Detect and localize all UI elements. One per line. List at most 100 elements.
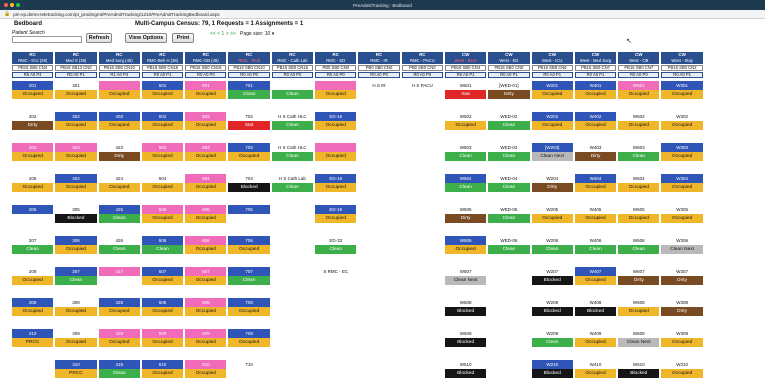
bed-room-label[interactable]: 704 bbox=[228, 174, 270, 183]
unit-census-row[interactable]: PB16 SB8 CN6 bbox=[531, 65, 573, 71]
bed-room-label[interactable]: H S IR bbox=[358, 81, 400, 90]
bed-room-label[interactable]: WED-04 bbox=[488, 174, 530, 183]
bed-cell[interactable]: W305 Occupied bbox=[661, 205, 703, 233]
bed-cell[interactable]: 210 PRCC bbox=[12, 329, 54, 357]
bed-status-label[interactable]: Occupied bbox=[574, 90, 617, 99]
bed-status-label[interactable]: Occupied bbox=[574, 338, 617, 347]
refresh-button[interactable]: Refresh bbox=[86, 33, 112, 43]
bed-status-label[interactable]: Blocked bbox=[531, 307, 573, 316]
bed-room-label[interactable]: W403 bbox=[574, 143, 617, 152]
unit-name-header[interactable]: RMC - ICU (29) bbox=[12, 58, 54, 64]
bed-room-label[interactable]: S RMC - EC bbox=[315, 267, 357, 276]
bed-status-label[interactable]: Clean bbox=[271, 121, 314, 130]
bed-status-label[interactable]: Occupied bbox=[141, 338, 184, 347]
bed-room-label[interactable]: W208 bbox=[531, 298, 573, 307]
bed-cell[interactable]: W501 Stat bbox=[444, 81, 487, 109]
unit-request-row[interactable]: R0 A0 P1 bbox=[444, 72, 487, 78]
bed-status-label[interactable]: Occupied bbox=[661, 183, 703, 192]
bed-room-label[interactable]: 508 bbox=[141, 298, 184, 307]
bed-status-label[interactable]: Blocked bbox=[444, 338, 487, 347]
bed-room-label[interactable]: 604 bbox=[185, 174, 227, 183]
bed-status-label[interactable]: Occupied bbox=[185, 276, 227, 285]
unit-name-header[interactable]: West - Med Surg bbox=[574, 58, 617, 64]
bed-status-label[interactable]: Clean Next bbox=[531, 152, 573, 161]
bed-room-label[interactable]: W502 bbox=[444, 112, 487, 121]
bed-room-label[interactable]: 305 bbox=[55, 205, 97, 214]
unit-request-row[interactable]: R0 A0 P0 bbox=[358, 72, 400, 78]
bed-cell[interactable]: 306 Occupied bbox=[55, 236, 97, 264]
bed-room-label[interactable]: W308 bbox=[661, 298, 703, 307]
bed-room-label[interactable]: 202 bbox=[12, 112, 54, 121]
bed-status-label[interactable] bbox=[401, 90, 443, 99]
bed-status-label[interactable]: Occupied bbox=[574, 214, 617, 223]
bed-cell[interactable]: W302 Occupied bbox=[661, 112, 703, 140]
bed-cell[interactable]: W608 Occupied bbox=[618, 298, 660, 326]
bed-status-label[interactable]: Occupied bbox=[618, 121, 660, 130]
bed-status-label[interactable]: Clean bbox=[271, 90, 314, 99]
bed-status-label[interactable]: Occupied bbox=[661, 121, 703, 130]
bed-cell[interactable]: W205 Occupied bbox=[531, 205, 573, 233]
bed-room-label[interactable]: 605 bbox=[185, 205, 227, 214]
unit-name-header[interactable]: West - ICU bbox=[531, 58, 573, 64]
bed-cell[interactable]: [WED-01] Dirty bbox=[488, 81, 530, 109]
bed-cell[interactable]: 301 Occupied bbox=[55, 81, 97, 109]
bed-status-label[interactable]: Clean bbox=[618, 152, 660, 161]
bed-cell[interactable]: S RMC - EC bbox=[315, 267, 357, 295]
bed-status-label[interactable]: Occupied bbox=[185, 338, 227, 347]
bed-status-label[interactable]: Occupied bbox=[661, 214, 703, 223]
bed-cell[interactable]: 607 Occupied bbox=[185, 267, 227, 295]
bed-status-label[interactable]: Occupied bbox=[315, 152, 357, 161]
bed-cell[interactable]: 403 Occupied bbox=[98, 112, 140, 140]
bed-cell[interactable]: 703 Occupied bbox=[228, 143, 270, 171]
bed-status-label[interactable]: Occupied bbox=[141, 307, 184, 316]
bed-room-label[interactable]: 702 bbox=[228, 112, 270, 121]
bed-cell[interactable]: W503 Clean bbox=[444, 143, 487, 171]
bed-status-label[interactable]: Clean bbox=[531, 338, 573, 347]
bed-status-label[interactable]: Occupied bbox=[618, 90, 660, 99]
bed-room-label[interactable]: W405 bbox=[574, 205, 617, 214]
bed-room-label[interactable]: 705 bbox=[228, 205, 270, 214]
unit-census-row[interactable]: PB0 SB0 CN0 bbox=[315, 65, 357, 71]
bed-status-label[interactable]: Occupied bbox=[315, 214, 357, 223]
bed-cell[interactable]: W301 Occupied bbox=[661, 81, 703, 109]
bed-cell[interactable]: 606 Occupied bbox=[185, 236, 227, 264]
bed-status-label[interactable]: Clean bbox=[271, 152, 314, 161]
bed-status-label[interactable]: Clean bbox=[141, 245, 184, 254]
bed-room-label[interactable]: H S Cath HLC bbox=[271, 143, 314, 152]
bed-room-label[interactable]: W604 bbox=[618, 174, 660, 183]
bed-status-label[interactable]: PRCC bbox=[55, 369, 97, 378]
bed-room-label[interactable]: W204 bbox=[531, 174, 573, 183]
unit-census-row[interactable]: PB16 SB0 CN16 bbox=[185, 65, 227, 71]
bed-status-label[interactable]: Occupied bbox=[185, 369, 227, 378]
bed-room-label[interactable]: ED-33 bbox=[315, 236, 357, 245]
bed-status-label[interactable]: Occupied bbox=[98, 183, 140, 192]
bed-cell[interactable]: W606 Clean bbox=[618, 236, 660, 264]
bed-room-label[interactable]: 301 bbox=[55, 81, 97, 90]
bed-cell[interactable]: 209 Occupied bbox=[12, 298, 54, 326]
bed-cell[interactable]: 704 Blocked bbox=[228, 174, 270, 202]
bed-status-label[interactable]: Blocked bbox=[531, 369, 573, 378]
bed-cell[interactable]: 207 Clean bbox=[12, 236, 54, 264]
bed-cell[interactable]: 610 Occupied bbox=[185, 360, 227, 388]
bed-cell[interactable]: 429 Occupied bbox=[98, 329, 140, 357]
bed-status-label[interactable]: Stat bbox=[228, 121, 270, 130]
unit-name-header[interactable]: RMC-OB (49) bbox=[185, 58, 227, 64]
url-text[interactable]: pm-vp.demo-teletracking.com/pt_prodmgmt/… bbox=[13, 12, 219, 17]
bed-room-label[interactable]: W303 bbox=[661, 143, 703, 152]
unit-name-header[interactable]: RMC - ED bbox=[315, 58, 357, 64]
bed-room-label[interactable]: W305 bbox=[661, 205, 703, 214]
bed-room-label[interactable] bbox=[315, 81, 357, 90]
bed-status-label[interactable]: Clean bbox=[488, 152, 530, 161]
bed-status-label[interactable]: Clean bbox=[271, 183, 314, 192]
bed-cell[interactable]: W204 Dirty bbox=[531, 174, 573, 202]
bed-room-label[interactable]: W205 bbox=[531, 205, 573, 214]
bed-room-label[interactable]: W503 bbox=[444, 143, 487, 152]
minimize-window-icon[interactable] bbox=[10, 3, 14, 7]
bed-cell[interactable]: W401 Occupied bbox=[574, 81, 617, 109]
bed-status-label[interactable]: Occupied bbox=[141, 90, 184, 99]
bed-room-label[interactable]: 603 bbox=[185, 143, 227, 152]
bed-cell[interactable]: W210 Blocked bbox=[531, 360, 573, 388]
bed-cell[interactable]: W209 Clean bbox=[531, 329, 573, 357]
bed-cell[interactable]: 423 Dirty bbox=[98, 143, 140, 171]
bed-cell[interactable]: 510 Occupied bbox=[141, 360, 184, 388]
